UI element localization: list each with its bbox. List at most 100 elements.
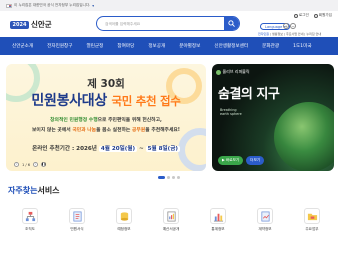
view-button[interactable]: ▶ 바로보기 [218,156,244,165]
nav-item-intro[interactable]: 신안군소개 [12,43,33,49]
org-chart-icon [22,208,38,224]
services-list: 조직도 민원서식 예정정보 예산서공개 통계정보 계약정보 주요업무 [10,208,332,232]
quick-link[interactable]: 전자민원 [258,32,269,36]
schedule-coin-icon [116,208,132,224]
chevron-down-icon[interactable]: ▾ [92,4,94,8]
date-sep: ~ [137,146,146,152]
search-icon [228,20,235,27]
form-document-icon [69,208,85,224]
exhibit-subtitle: Breathing earth sphere [220,108,242,117]
pause-icon[interactable]: ❚❚ [41,162,46,167]
nav-item-field-info[interactable]: 분야별정보 [179,43,200,49]
gov-banner-text: 이 누리집은 대한민국 공식 전자정부 누리집입니다. [14,3,91,7]
services-title-accent: 자주찾는 [8,186,38,195]
banner-title-accent: 국민 추천 접수 [111,94,181,108]
exhibit-subtitle-2: earth sphere [220,112,242,117]
desc-highlight: 공무원 [131,128,146,133]
services-title-rest: 서비스 [37,186,60,195]
exhibit-brand-text: 올리브 리퍼블릭 [222,69,250,74]
service-main-tasks[interactable]: 주요업무 [292,208,332,232]
quick-link[interactable]: 생활정보 [272,32,283,36]
date-prefix: 온라인 추천기간 : 2026년 [32,146,99,152]
user-plus-icon [313,13,318,18]
desc-text: 보이지 않는 곳에서 [32,128,73,133]
date-start: 4월 20일(월) [98,146,138,152]
nav-item-info-disclosure[interactable]: 정보공개 [148,43,165,49]
nav-item-life-info[interactable]: 신안생활정보센터 [214,43,248,49]
service-label: 예정정보 [117,227,131,231]
date-end: 5월 8일(금) [145,146,180,152]
desc-text: 을 추천해주세요! [145,128,180,133]
statistics-icon [210,208,226,224]
desc-highlight: 창의적인 민원행정 수행 [50,118,98,123]
service-label: 통계정보 [211,227,225,231]
banner-title-main: 민원봉사대상 [31,93,107,109]
nav-item-island[interactable]: 1도1미국 [293,43,312,49]
service-label: 조직도 [25,227,35,231]
search-bar [96,16,240,31]
logo-mark: 2024 [10,20,29,29]
taegukgi-flag-icon [6,3,12,8]
nav-item-culture-tour[interactable]: 문화관광 [262,43,279,49]
banner-desc-line1: 창의적인 민원행정 수행으로 주민편익을 위해 헌신하고, [6,116,206,123]
site-logo[interactable]: 2024 신안군 [10,19,52,30]
service-civil-forms[interactable]: 민원서식 [57,208,97,232]
contract-icon [257,208,273,224]
zoom-controls: + − [283,23,296,29]
exhibit-brand: 올리브 리퍼블릭 [216,69,250,75]
quick-link[interactable]: 누리집 안내 [306,32,321,36]
site-header: 2024 신안군 로그인 회원가입 Language ▾ + − 전자민원 | … [0,11,338,37]
signup-link[interactable]: 회원가입 [313,13,332,18]
zoom-in-button[interactable]: + [283,23,289,29]
search-button[interactable] [224,17,239,30]
service-schedule[interactable]: 예정정보 [104,208,144,232]
prev-icon[interactable]: ‹ [14,162,19,167]
login-link[interactable]: 로그인 [293,13,309,18]
budget-report-icon [163,208,179,224]
service-label: 주요업무 [305,227,319,231]
logo-text: 신안군 [31,20,52,29]
banner-desc-line2: 보이지 않는 곳에서 국민과 나눔을 몸소 실천하는 공무원을 추천해주세요! [6,126,206,133]
banner-title: 민원봉사대상 국민 추천 접수 [6,90,206,110]
desc-text: 으로 주민편익을 위해 헌신하고, [97,118,162,123]
nav-item-civil[interactable]: 전자민원창구 [47,43,72,49]
nav-item-open-gov[interactable]: 열린군정 [87,43,104,49]
service-org-chart[interactable]: 조직도 [10,208,50,232]
utility-links: 로그인 회원가입 [293,13,332,18]
task-folder-icon [304,208,320,224]
service-budget[interactable]: 예산서공개 [151,208,191,232]
carousel-dot[interactable] [167,176,170,179]
carousel-dot-active[interactable] [158,176,165,179]
service-contract[interactable]: 계약정보 [245,208,285,232]
banner-subtitle: 제 30회 [87,78,125,90]
service-label: 계약정보 [258,227,272,231]
quick-links: 전자민원 | 생활정보 | 주요사업 안내 | 누리집 안내 [258,32,322,36]
next-icon[interactable]: › [33,162,39,167]
hero-banner-exhibit[interactable]: 올리브 리퍼블릭 숨결의 지구 Breathing earth sphere ▶… [212,64,334,171]
more-button[interactable]: 더보기 [246,156,265,165]
globe-illustration [274,102,334,171]
service-label: 예산서공개 [162,227,180,231]
exhibit-title: 숨결의 지구 [218,87,280,102]
service-label: 민원서식 [70,227,84,231]
gov-banner: 이 누리집은 대한민국 공식 전자정부 누리집입니다. ▾ [0,0,338,11]
main-nav: 신안군소개 전자민원창구 열린군정 참여마당 정보공개 분야별정보 신안생활정보… [0,37,338,55]
exhibit-controls: ▶ 바로보기 더보기 [218,156,265,165]
desc-text: 을 몸소 실천하는 [96,128,132,133]
banner-counter: 1 / 6 [22,162,31,167]
user-icon [293,13,298,18]
carousel-dot[interactable] [172,176,175,179]
nav-item-participation[interactable]: 참여마당 [117,43,134,49]
olive-leaf-icon [216,69,221,75]
search-input[interactable] [97,17,224,30]
quick-link[interactable]: 주요사업 안내 [286,32,304,36]
hero-banner-award[interactable]: 제 30회 민원봉사대상 국민 추천 접수 창의적인 민원행정 수행으로 주민편… [6,64,206,171]
services-title: 자주찾는서비스 [8,185,60,196]
banner-controls: ‹ 1 / 6 › ❚❚ [14,162,46,167]
banner-date: 온라인 추천기간 : 2026년 4월 20일(월) ~ 5월 8일(금) [6,144,206,152]
carousel-indicator [0,176,338,179]
carousel-dot[interactable] [177,176,180,179]
service-statistics[interactable]: 통계정보 [198,208,238,232]
desc-highlight: 국민과 나눔 [72,128,97,133]
zoom-out-button[interactable]: − [290,23,296,29]
